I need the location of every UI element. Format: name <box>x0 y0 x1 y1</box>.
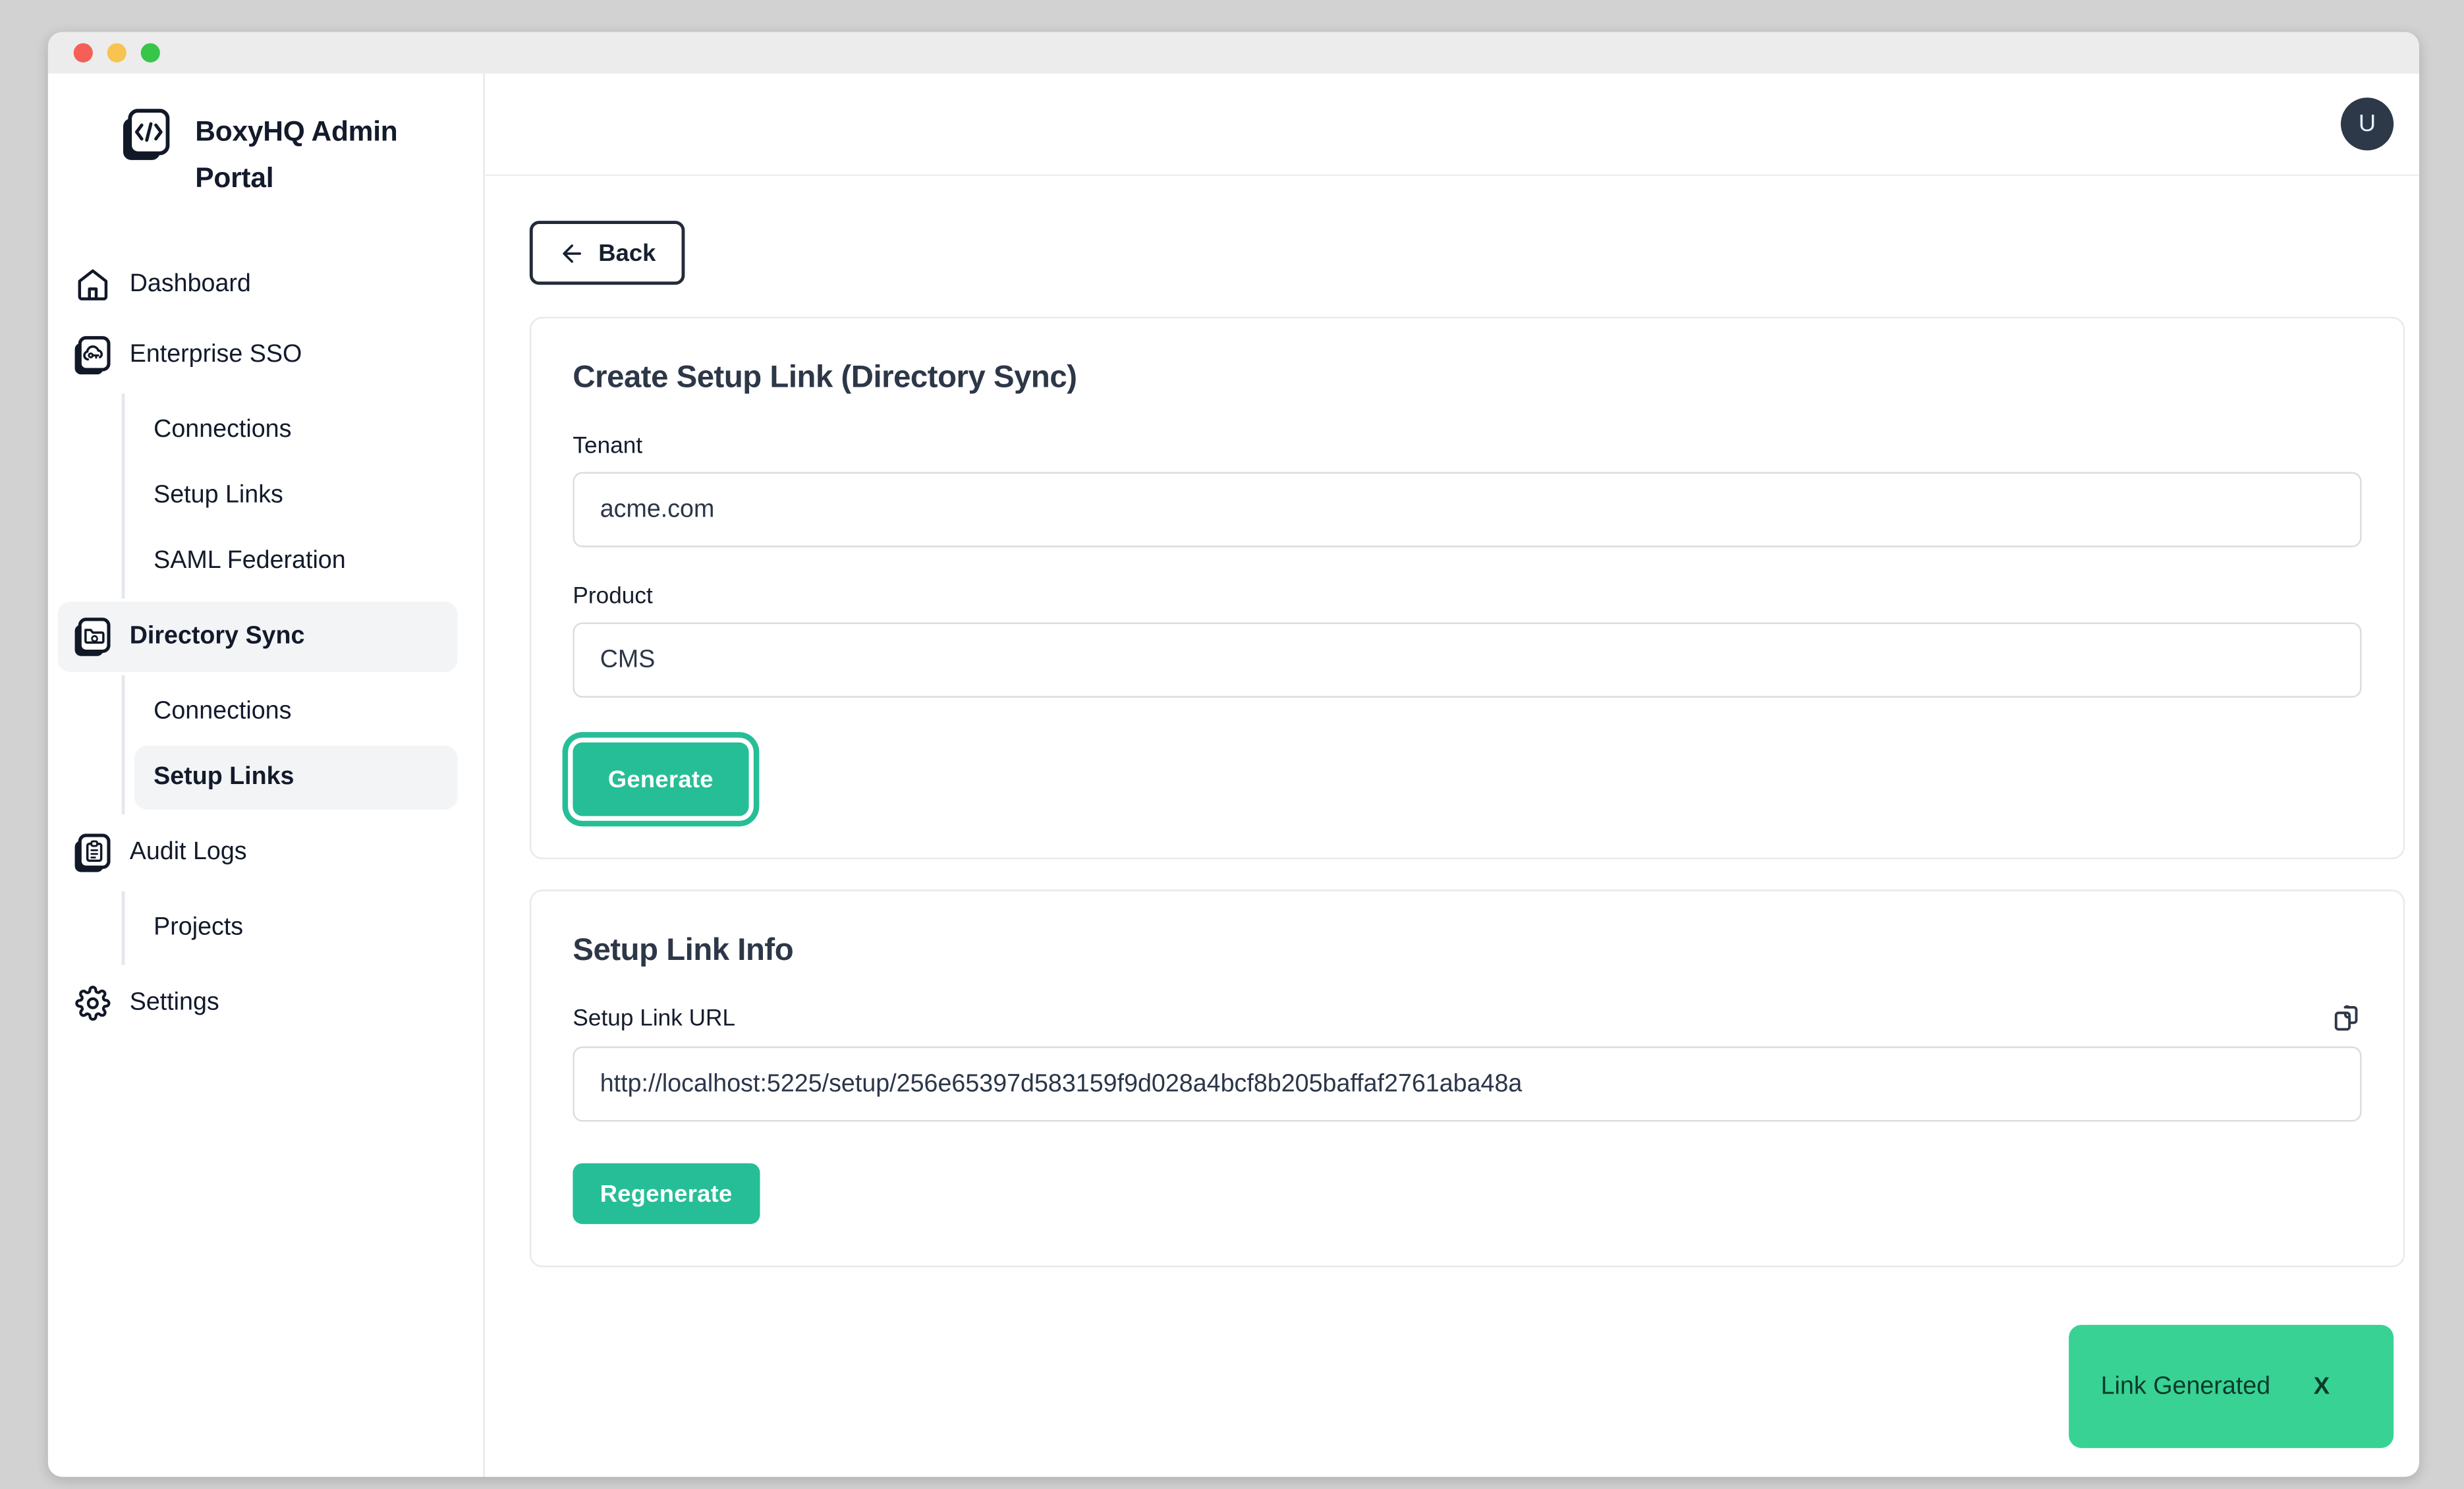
traffic-light-zoom[interactable] <box>141 43 160 63</box>
product-label: Product <box>573 584 2361 609</box>
user-avatar[interactable]: U <box>2341 98 2394 150</box>
traffic-light-minimize[interactable] <box>107 43 126 63</box>
sidebar-item-dsync-connections[interactable]: Connections <box>134 680 458 744</box>
directory-sync-icon <box>74 617 111 657</box>
browser-window: BoxyHQ Admin Portal Dashboard <box>48 32 2419 1477</box>
gear-icon <box>74 983 111 1023</box>
create-setup-link-card: Create Setup Link (Directory Sync) Tenan… <box>530 317 2405 859</box>
sidebar-item-projects[interactable]: Projects <box>134 896 458 960</box>
sidebar-item-label: Audit Logs <box>130 839 247 868</box>
boxyhq-logo-icon <box>122 109 170 163</box>
back-button[interactable]: Back <box>530 221 685 285</box>
sidebar-item-label: Settings <box>130 989 219 1018</box>
sidebar-item-enterprise-sso[interactable]: Enterprise SSO <box>57 320 457 391</box>
sidebar-item-label: Setup Links <box>154 482 283 511</box>
audit-logs-subnav: Projects <box>122 891 458 965</box>
sidebar-item-settings[interactable]: Settings <box>57 968 457 1038</box>
sidebar-item-label: SAML Federation <box>154 548 346 576</box>
setup-link-url-label: Setup Link URL <box>573 1005 735 1031</box>
top-header: U <box>485 74 2419 176</box>
brand[interactable]: BoxyHQ Admin Portal <box>48 74 484 202</box>
screen: BoxyHQ Admin Portal Dashboard <box>0 0 2464 1489</box>
tenant-label: Tenant <box>573 434 2361 459</box>
card-title: Setup Link Info <box>573 933 2361 970</box>
arrow-left-icon <box>559 239 586 266</box>
home-icon <box>74 265 111 305</box>
sidebar-item-dashboard[interactable]: Dashboard <box>57 250 457 320</box>
url-label-row: Setup Link URL <box>573 1003 2361 1034</box>
copy-button[interactable] <box>2331 1003 2361 1034</box>
enterprise-sso-icon <box>74 335 111 376</box>
sidebar-item-directory-sync[interactable]: Directory Sync <box>57 602 457 672</box>
copy-icon <box>2331 1003 2361 1034</box>
back-button-label: Back <box>598 239 656 266</box>
sidebar-item-sso-setup-links[interactable]: Setup Links <box>134 464 458 528</box>
toast-link-generated: Link Generated X <box>2069 1325 2394 1448</box>
app-title: BoxyHQ Admin Portal <box>195 109 457 202</box>
window-titlebar <box>48 32 2419 74</box>
generate-button[interactable]: Generate <box>573 743 748 816</box>
sidebar: BoxyHQ Admin Portal Dashboard <box>48 74 485 1477</box>
sidebar-item-label: Dashboard <box>130 270 251 299</box>
sidebar-item-audit-logs[interactable]: Audit Logs <box>57 818 457 888</box>
sidebar-item-sso-connections[interactable]: Connections <box>134 399 458 463</box>
toast-message: Link Generated <box>2101 1372 2270 1401</box>
product-input[interactable] <box>573 623 2361 698</box>
sidebar-item-saml-federation[interactable]: SAML Federation <box>134 530 458 594</box>
sidebar-nav: Dashboard Enterprise SSO <box>48 202 484 1038</box>
main-area: U Back Create Setup Link (Directory Sy <box>485 74 2419 1477</box>
setup-link-info-card: Setup Link Info Setup Link URL <box>530 889 2405 1267</box>
sidebar-item-label: Enterprise SSO <box>130 341 302 370</box>
audit-logs-icon <box>74 833 111 873</box>
sidebar-item-label: Projects <box>154 914 243 943</box>
sidebar-item-dsync-setup-links[interactable]: Setup Links <box>134 746 458 810</box>
directory-sync-subnav: Connections Setup Links <box>122 675 458 814</box>
sidebar-item-label: Directory Sync <box>130 623 305 652</box>
tenant-input[interactable] <box>573 472 2361 547</box>
card-title: Create Setup Link (Directory Sync) <box>573 360 2361 397</box>
traffic-light-close[interactable] <box>74 43 93 63</box>
sidebar-item-label: Connections <box>154 698 291 727</box>
page-content: Back Create Setup Link (Directory Sync) … <box>485 176 2419 1476</box>
sidebar-item-label: Connections <box>154 416 291 445</box>
sidebar-item-label: Setup Links <box>154 763 294 792</box>
toast-close-button[interactable]: X <box>2314 1373 2330 1400</box>
regenerate-button[interactable]: Regenerate <box>573 1164 759 1224</box>
setup-link-url-input[interactable] <box>573 1046 2361 1121</box>
enterprise-sso-subnav: Connections Setup Links SAML Federation <box>122 393 458 598</box>
